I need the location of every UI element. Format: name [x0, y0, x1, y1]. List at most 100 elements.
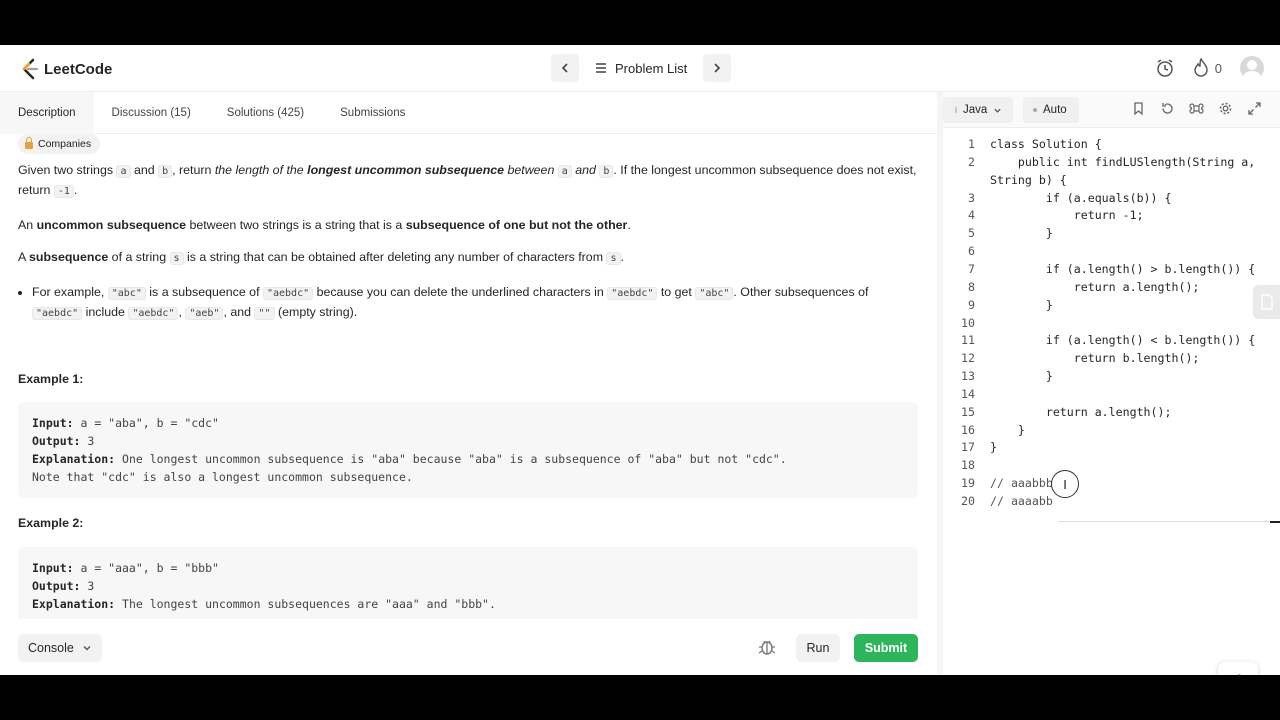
gear-icon[interactable]: [1218, 101, 1233, 116]
tab-solutions[interactable]: Solutions (425): [209, 92, 322, 134]
submit-button[interactable]: Submit: [854, 634, 918, 662]
reset-icon[interactable]: [1160, 101, 1175, 116]
text: include: [82, 305, 129, 319]
inline-code: a: [116, 164, 131, 178]
bug-icon[interactable]: [757, 637, 777, 657]
code-line[interactable]: 18: [943, 457, 1280, 475]
line-number: 7: [968, 261, 975, 276]
tab-description[interactable]: Description: [0, 92, 94, 134]
code-line[interactable]: 19 // aaabbb: [943, 475, 1280, 493]
language-select[interactable]: i Java: [943, 97, 1013, 123]
code-line[interactable]: 14: [943, 386, 1280, 404]
code-line[interactable]: 1 class Solution {: [943, 136, 1280, 154]
problem-description: Companies Given two strings a and b, ret…: [18, 134, 918, 619]
input-label: Input:: [32, 416, 74, 430]
problem-list-button[interactable]: Problem List: [585, 54, 697, 82]
input-label: Input:: [32, 560, 74, 575]
logo-text: LeetCode: [44, 60, 113, 78]
logo[interactable]: LeetCode: [20, 57, 112, 81]
inline-code: b: [158, 164, 173, 178]
code-editor[interactable]: 1 class Solution {2 public int findLUSlen…: [943, 136, 1280, 616]
code-line[interactable]: String b) {: [943, 172, 1280, 190]
code-line[interactable]: 2 public int findLUSlength(String a,: [943, 154, 1280, 172]
text: An: [18, 217, 37, 232]
code-line[interactable]: 7 if (a.length() > b.length()) {: [943, 261, 1280, 279]
line-number: 13: [961, 369, 975, 384]
text: is a string that can be obtained after d…: [183, 250, 607, 264]
text: , return: [172, 162, 215, 177]
text: , and: [223, 305, 255, 319]
inline-code: "aeb": [185, 307, 224, 320]
text: because you can delete the underlined ch…: [313, 284, 608, 299]
code-line[interactable]: 13 }: [943, 368, 1280, 386]
text: is a subsequence of: [145, 284, 263, 299]
code-line[interactable]: 9 }: [943, 297, 1280, 315]
bold-text: uncommon subsequence: [36, 217, 187, 232]
run-button[interactable]: Run: [796, 634, 840, 662]
text: Given two strings: [18, 162, 117, 177]
text: A: [18, 250, 30, 264]
prev-problem-button[interactable]: [551, 54, 579, 82]
inline-code: s: [169, 252, 184, 265]
language-label: Java: [963, 104, 988, 116]
chat-button[interactable]: [1218, 662, 1258, 675]
user-avatar-icon[interactable]: [1240, 56, 1264, 80]
code-line[interactable]: 20 // aaaabb: [943, 493, 1280, 511]
code-line[interactable]: 6: [943, 243, 1280, 261]
line-code: // aaaabb: [990, 494, 1053, 508]
console-button[interactable]: Console: [18, 634, 102, 662]
example-2-block: Input: a = "aaa", b = "bbb" Output: 3 Ex…: [18, 546, 918, 619]
alarm-clock-icon[interactable]: [1155, 58, 1175, 78]
app-window: LeetCode Problem List 0 Description Disc…: [0, 45, 1280, 675]
expand-icon[interactable]: [1247, 101, 1262, 116]
nav-right: 0: [1155, 56, 1264, 80]
output-label: Output:: [32, 578, 81, 593]
tab-submissions[interactable]: Submissions: [322, 92, 423, 134]
editor-panel: i Java Auto 1 class Solution {2 public in…: [943, 92, 1280, 675]
editor-actions: [1131, 101, 1262, 116]
command-icon[interactable]: [1189, 101, 1204, 116]
chevron-left-icon: [561, 63, 568, 73]
line-code: return -1;: [990, 208, 1144, 223]
next-problem-button[interactable]: [703, 54, 732, 82]
status-dot-icon: [1033, 108, 1037, 112]
bookmark-icon[interactable]: [1131, 101, 1146, 116]
description-panel: Description Discussion (15) Solutions (4…: [0, 92, 937, 675]
code-line[interactable]: 17}: [943, 439, 1280, 457]
line-number: 16: [961, 422, 975, 437]
output-label: Output:: [32, 434, 81, 448]
code-line[interactable]: 12 return b.length();: [943, 350, 1280, 368]
side-notes-tab[interactable]: [1253, 285, 1280, 319]
chevron-right-icon: [714, 63, 721, 73]
code-line[interactable]: 8 return a.length();: [943, 279, 1280, 297]
line-code: if (a.length() < b.length()) {: [990, 333, 1256, 348]
text: between two strings is a string that is …: [186, 217, 406, 232]
code-line[interactable]: 15 return a.length();: [943, 404, 1280, 422]
bold-text: subsequence of one but not the other: [405, 217, 628, 232]
line-code: return a.length();: [990, 279, 1200, 294]
tab-discussion[interactable]: Discussion (15): [94, 92, 209, 134]
code-line[interactable]: 5 }: [943, 225, 1280, 243]
chat-icon: [1237, 674, 1242, 675]
inline-code: "abc": [107, 286, 146, 300]
console-label: Console: [28, 641, 74, 655]
code-line[interactable]: 3 if (a.equals(b)) {: [943, 190, 1280, 208]
companies-tag[interactable]: Companies: [18, 134, 101, 154]
paragraph-uncommon: An uncommon subsequence between two stri…: [18, 216, 918, 235]
inline-code: "aebdc": [128, 307, 179, 320]
code-line[interactable]: 16 }: [943, 422, 1280, 440]
text: .: [73, 183, 78, 197]
code-line[interactable]: 11 if (a.length() < b.length()) {: [943, 332, 1280, 350]
autocomplete-toggle[interactable]: Auto: [1023, 97, 1079, 123]
code-line[interactable]: 10: [943, 315, 1280, 333]
example-2-heading: Example 2:: [18, 516, 84, 530]
line-code: }: [990, 440, 997, 455]
line-number: 20: [961, 494, 975, 508]
line-number: 12: [961, 351, 975, 366]
streak-counter[interactable]: 0: [1193, 58, 1222, 78]
code-line[interactable]: 4 return -1;: [943, 207, 1280, 225]
text: For example,: [32, 284, 108, 299]
line-code: if (a.length() > b.length()) {: [990, 261, 1256, 276]
line-code: }: [990, 297, 1053, 312]
line-code: class Solution {: [990, 137, 1102, 151]
